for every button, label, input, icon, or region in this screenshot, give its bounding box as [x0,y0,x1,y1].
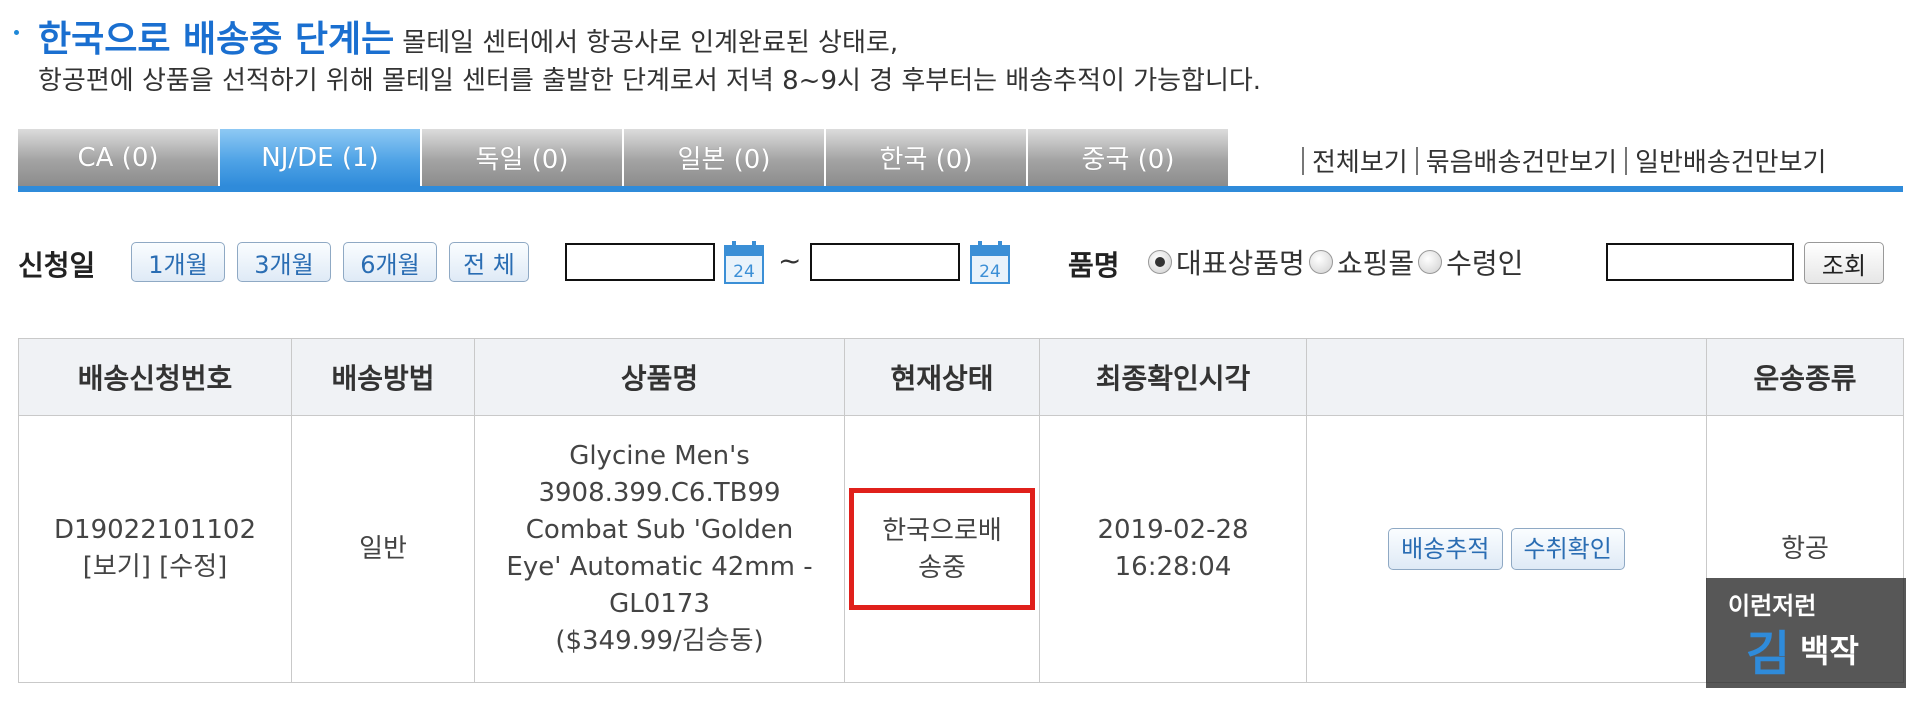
edit-link[interactable]: [수정] [159,552,227,582]
view-all-link[interactable]: 전체보기 [1312,142,1408,179]
header-product: 상품명 [474,338,845,416]
item-label: 품명 [1068,249,1120,282]
radio-label: 수령인 [1446,247,1524,280]
tab-japan[interactable]: 일본 (0) [624,129,824,186]
header-actions [1306,338,1707,416]
method-cell: 일반 [291,415,475,683]
view-bundled-link[interactable]: 묶음배송건만보기 [1426,142,1617,179]
period-all-button[interactable]: 전 체 [449,242,529,282]
notice-headline: 한국으로 배송중 단계는 [38,19,395,60]
view-regular-link[interactable]: 일반배송건만보기 [1635,142,1826,179]
watermark-logo: 이런저런 김 백작 [1706,578,1906,688]
confirm-receipt-button[interactable]: 수취확인 [1510,528,1625,570]
divider [1625,146,1628,175]
product-line: ($349.99/김승동) [555,626,764,656]
table-header-row: 배송신청번호 배송방법 상품명 현재상태 최종확인시각 운송종류 [18,338,1904,416]
status-line: 송중 [918,553,966,583]
filter-bar: 신청일 1개월 3개월 6개월 전 체 24 ~ 24 품명 대표상품명 쇼핑몰… [18,238,1898,288]
period-6month-button[interactable]: 6개월 [343,242,437,282]
order-no: D19022101102 [54,515,256,545]
start-date-input[interactable] [565,243,715,281]
table-row: D19022101102 [보기] [수정] 일반 Glycine Men's … [18,415,1904,683]
status-cell: 한국으로배 송중 [844,415,1040,683]
tab-nj-de[interactable]: NJ/DE (1) [220,129,420,186]
product-line: Combat Sub 'Golden [525,515,794,545]
product-line: Eye' Automatic 42mm - [506,552,813,582]
header-last-checked: 최종확인시각 [1039,338,1307,416]
status-highlight-box: 한국으로배 송중 [849,488,1035,610]
shipment-table: 배송신청번호 배송방법 상품명 현재상태 최종확인시각 운송종류 D190221… [18,338,1904,683]
last-checked-date: 2019-02-28 [1097,515,1249,545]
notice-lead: 몰테일 센터에서 항공사로 인계완료된 상태로, [402,28,899,58]
tab-china[interactable]: 중국 (0) [1028,129,1228,186]
order-links: [보기] [수정] [20,549,290,586]
tab-ca[interactable]: CA (0) [18,129,218,186]
divider [1302,146,1304,175]
product-line: GL0173 [609,589,710,619]
tab-germany[interactable]: 독일 (0) [422,129,622,186]
radio-shopping-mall[interactable]: 쇼핑몰 [1308,242,1415,282]
watermark-big-char: 김 [1746,626,1790,682]
calendar-day: 24 [979,262,1001,282]
status-line: 한국으로배 [882,516,1002,546]
notice-line-1: 한국으로 배송중 단계는 몰테일 센터에서 항공사로 인계완료된 상태로, [38,10,898,62]
date-range-tilde: ~ [778,244,802,277]
calendar-icon[interactable]: 24 [724,240,764,284]
view-link[interactable]: [보기] [83,552,151,582]
period-3month-button[interactable]: 3개월 [237,242,331,282]
tab-underline [18,186,1903,192]
last-checked-time: 16:28:04 [1114,552,1232,582]
view-filter-links: 전체보기 묶음배송건만보기 일반배송건만보기 [1294,142,1826,179]
calendar-icon[interactable]: 24 [970,240,1010,284]
product-line: 3908.399.C6.TB99 [538,478,781,508]
header-transport: 운송종류 [1706,338,1904,416]
product-cell: Glycine Men's 3908.399.C6.TB99 Combat Su… [474,415,845,683]
actions-cell: 배송추적 수취확인 [1306,415,1707,683]
radio-recipient[interactable]: 수령인 [1418,242,1523,282]
track-shipment-button[interactable]: 배송추적 [1388,528,1503,570]
header-status: 현재상태 [844,338,1040,416]
radio-label: 쇼핑몰 [1336,247,1415,280]
tab-korea[interactable]: 한국 (0) [826,129,1026,186]
watermark-rest-text: 백작 [1800,632,1859,670]
header-order-no: 배송신청번호 [18,338,292,416]
product-line: Glycine Men's [569,441,750,471]
header-method: 배송방법 [291,338,475,416]
calendar-day: 24 [733,262,755,282]
item-type-radio-group: 대표상품명 쇼핑몰 수령인 [1148,242,1527,282]
radio-button[interactable] [1308,250,1333,274]
radio-label: 대표상품명 [1176,247,1305,280]
divider [1415,146,1418,175]
radio-button[interactable] [1148,250,1172,274]
center-tabs: CA (0) NJ/DE (1) 독일 (0) 일본 (0) 한국 (0) 중국… [18,129,1230,186]
radio-product-name[interactable]: 대표상품명 [1148,242,1305,282]
period-1month-button[interactable]: 1개월 [131,242,225,282]
notice-line-2: 항공편에 상품을 선적하기 위해 몰테일 센터를 출발한 단계로서 저녁 8~9… [38,66,1262,96]
search-input[interactable] [1606,243,1794,281]
end-date-input[interactable] [810,243,960,281]
bullet-icon [14,30,19,35]
search-button[interactable]: 조회 [1804,242,1884,284]
last-checked-cell: 2019-02-28 16:28:04 [1039,415,1307,683]
radio-button[interactable] [1418,250,1443,274]
watermark-top-text: 이런저런 [1728,592,1816,620]
order-no-cell: D19022101102 [보기] [수정] [18,415,292,683]
date-label: 신청일 [18,249,96,282]
